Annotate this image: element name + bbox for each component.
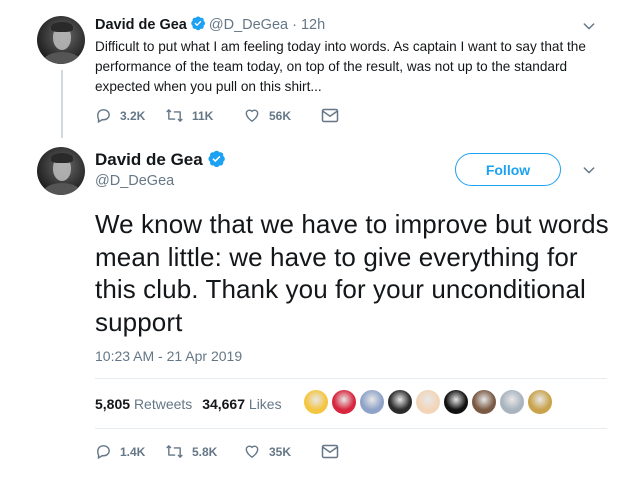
- follow-button[interactable]: Follow: [455, 153, 561, 186]
- likes-label: Likes: [248, 396, 282, 412]
- like-count: 56K: [269, 108, 292, 123]
- reply-icon: [97, 109, 110, 124]
- tweet-actions: 3.2K 11K 56K: [95, 107, 339, 124]
- thread-connector-line: [61, 70, 63, 138]
- heart-icon: [245, 445, 259, 458]
- retweet-button[interactable]: 5.8K: [165, 443, 243, 460]
- verified-badge-icon: [208, 150, 225, 168]
- tweet-time[interactable]: 12h: [301, 17, 325, 33]
- user-handle[interactable]: @D_DeGea: [95, 173, 174, 189]
- likes-count: 34,667: [202, 396, 246, 412]
- liker-avatar[interactable]: [499, 389, 525, 415]
- direct-message-icon: [321, 444, 339, 459]
- direct-message-icon: [321, 108, 339, 123]
- liker-avatar[interactable]: [303, 389, 329, 415]
- like-button[interactable]: 56K: [243, 107, 321, 124]
- user-handle[interactable]: @D_DeGea: [209, 17, 288, 33]
- likes-stat[interactable]: 34,667 Likes: [202, 396, 281, 412]
- divider: [95, 378, 607, 379]
- retweet-button[interactable]: 11K: [165, 107, 243, 124]
- direct-message-button[interactable]: [321, 108, 339, 123]
- retweets-label: Retweets: [133, 396, 193, 412]
- chevron-down-icon[interactable]: [581, 162, 597, 178]
- display-name-text[interactable]: David de Gea: [95, 150, 203, 169]
- avatar[interactable]: [37, 147, 85, 195]
- liker-avatar[interactable]: [359, 389, 385, 415]
- liker-avatar[interactable]: [443, 389, 469, 415]
- tweet-actions: 1.4K 5.8K 35K: [95, 443, 339, 460]
- chevron-down-icon[interactable]: [581, 18, 597, 34]
- tweet-timestamp[interactable]: 10:23 AM - 21 Apr 2019: [95, 348, 242, 364]
- heart-icon: [245, 109, 259, 122]
- reply-count: 3.2K: [120, 108, 146, 123]
- retweet-icon: [166, 109, 183, 122]
- display-name[interactable]: David de Gea: [95, 149, 229, 170]
- engagement-stats: 5,805 Retweets 34,667 Likes: [95, 396, 282, 412]
- like-button[interactable]: 35K: [243, 443, 321, 460]
- display-name[interactable]: David de Gea: [95, 17, 187, 33]
- reply-count: 1.4K: [120, 444, 146, 459]
- liker-avatar[interactable]: [415, 389, 441, 415]
- retweet-count: 11K: [192, 108, 214, 123]
- liker-avatars: [303, 389, 555, 415]
- reply-button[interactable]: 3.2K: [95, 107, 165, 124]
- tweet-text: Difficult to put what I am feeling today…: [95, 39, 586, 94]
- direct-message-button[interactable]: [321, 444, 339, 459]
- separator-dot: ·: [292, 17, 297, 33]
- retweet-icon: [166, 445, 183, 458]
- retweets-stat[interactable]: 5,805 Retweets: [95, 396, 192, 412]
- divider: [95, 428, 607, 429]
- avatar[interactable]: [37, 16, 85, 64]
- retweet-count: 5.8K: [192, 444, 218, 459]
- reply-button[interactable]: 1.4K: [95, 443, 165, 460]
- liker-avatar[interactable]: [331, 389, 357, 415]
- liker-avatar[interactable]: [471, 389, 497, 415]
- reply-icon: [97, 445, 110, 460]
- liker-avatar[interactable]: [387, 389, 413, 415]
- verified-badge-icon: [191, 16, 205, 31]
- tweet-text: We know that we have to improve but word…: [95, 209, 609, 337]
- like-count: 35K: [269, 444, 292, 459]
- liker-avatar[interactable]: [527, 389, 553, 415]
- tweet-header: David de Gea @D_DeGea · 12h: [95, 15, 325, 33]
- retweets-count: 5,805: [95, 396, 131, 412]
